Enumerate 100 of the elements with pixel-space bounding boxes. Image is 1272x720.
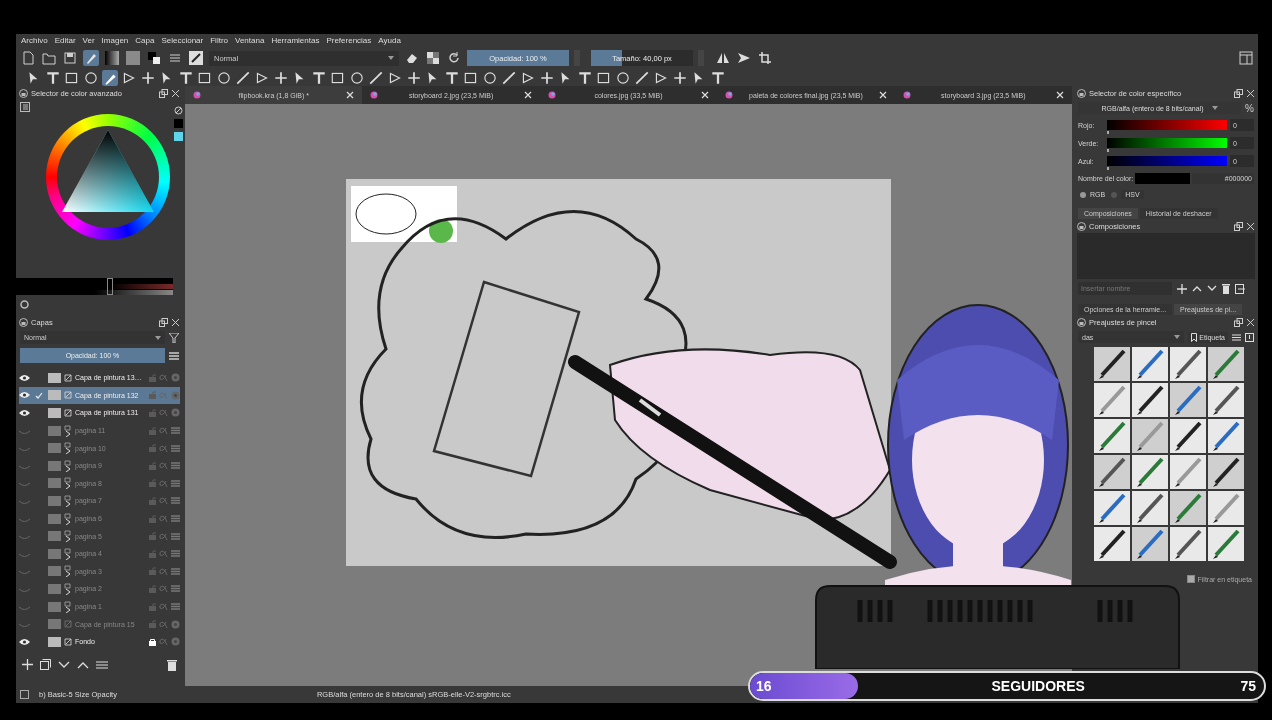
brush-preset-thumbnail[interactable] [1094,383,1130,417]
background-swatch[interactable] [174,132,183,141]
chevron-up-icon[interactable] [77,660,89,669]
menu-item[interactable]: Capa [135,36,155,45]
tool-icon[interactable] [140,69,156,86]
tool-icon[interactable] [615,69,631,86]
menu-item[interactable]: Ventana [235,36,265,45]
add-icon[interactable] [22,659,33,670]
brush-preset-thumbnail[interactable] [1208,455,1244,489]
pass-through-icon[interactable] [171,443,180,453]
menu-icon[interactable] [1232,332,1241,342]
export-icon[interactable] [1235,283,1245,294]
reset-icon[interactable] [20,300,29,309]
menu-item[interactable]: Imagen [101,36,129,45]
tool-icon[interactable] [482,69,498,86]
close-icon[interactable] [701,91,710,99]
tool-icon[interactable] [349,69,365,86]
menu-icon[interactable] [20,102,30,112]
save-icon[interactable] [62,50,78,66]
brush-preset-thumbnail[interactable] [1208,347,1244,381]
brush-preset-thumbnail[interactable] [1094,419,1130,453]
float-icon[interactable] [1234,317,1243,327]
chevron-down-icon[interactable] [1207,285,1217,292]
foreground-swatch[interactable] [174,119,183,128]
menu-item[interactable]: Ver [82,36,95,45]
pass-through-icon[interactable] [171,531,180,541]
brush-preset-thumbnail[interactable] [1170,419,1206,453]
tool-icon[interactable] [83,69,99,86]
tool-icon[interactable] [444,69,460,86]
close-icon[interactable] [1246,88,1255,98]
brush-preset-thumbnail[interactable] [1170,455,1206,489]
tool-icon[interactable] [501,69,517,86]
brush-preset-thumbnail[interactable] [1132,347,1168,381]
menu-item[interactable]: Seleccionar [161,36,204,45]
wrap-around-icon[interactable] [757,50,773,66]
brush-preset-thumbnail[interactable] [1132,491,1168,525]
float-icon[interactable] [1234,221,1243,231]
pass-through-icon[interactable] [171,566,180,576]
tool-icon[interactable] [710,69,726,86]
folder-icon[interactable] [41,50,57,66]
lock-icon[interactable] [149,637,156,646]
tool-icon[interactable] [368,69,384,86]
close-icon[interactable] [1056,91,1065,99]
chevron-down-icon[interactable] [58,660,70,669]
trash-icon[interactable] [1222,283,1230,294]
workspace-icon[interactable] [1238,50,1254,66]
arrow-icon[interactable] [736,50,752,66]
pass-through-icon[interactable] [171,478,180,488]
menu-item[interactable]: Preferencias [326,36,372,45]
radio-button[interactable] [1080,191,1086,198]
brush-preset-thumbnail[interactable] [1094,455,1130,489]
brush-preset-thumbnail[interactable] [1132,419,1168,453]
shade-slider[interactable] [16,278,173,295]
brush-preset-thumbnail[interactable] [1170,491,1206,525]
menu-item[interactable]: Ayuda [378,36,401,45]
brush-preset-thumbnail[interactable] [1094,491,1130,525]
float-icon[interactable] [1234,88,1243,98]
tool-icon[interactable] [102,69,118,86]
checkbox[interactable] [1186,575,1195,583]
brush-preset-thumbnail[interactable] [1208,383,1244,417]
tool-icon[interactable] [178,69,194,86]
color-swatches-icon[interactable] [146,50,162,66]
tool-icon[interactable] [273,69,289,86]
brush-preset-icon[interactable] [83,50,99,66]
pass-through-icon[interactable] [171,496,180,506]
add-icon[interactable] [1177,283,1187,294]
float-icon[interactable] [159,317,168,327]
eye-icon[interactable] [19,373,30,382]
brush-preset-thumbnail[interactable] [1170,383,1206,417]
menu-item[interactable]: Herramientas [271,36,320,45]
menu-item[interactable]: Editar [54,36,76,45]
eye-icon[interactable] [19,409,30,417]
brush-preset-thumbnail[interactable] [1170,527,1206,561]
close-icon[interactable] [523,91,532,99]
tool-icon[interactable] [216,69,232,86]
brush-preset-thumbnail[interactable] [1132,527,1168,561]
tool-icon[interactable] [311,69,327,86]
gradient-swatch[interactable] [104,50,120,66]
brush-tip-icon[interactable] [188,50,204,66]
pass-through-icon[interactable] [171,426,180,436]
import-icon[interactable] [1245,332,1254,342]
tool-icon[interactable] [634,69,650,86]
tool-icon[interactable] [539,69,555,86]
checkerboard-icon[interactable] [425,50,441,66]
tool-icon[interactable] [577,69,593,86]
new-document-icon[interactable] [20,50,36,66]
percent-toggle[interactable]: % [1245,102,1254,114]
eye-icon[interactable] [19,637,30,646]
close-icon[interactable] [171,88,180,98]
close-icon[interactable] [171,317,180,327]
tool-icon[interactable] [672,69,688,86]
brush-preset-thumbnail[interactable] [1208,491,1244,525]
pass-through-icon[interactable] [171,461,180,471]
brush-preset-thumbnail[interactable] [1170,347,1206,381]
pattern-swatch[interactable] [125,50,141,66]
brush-preset-thumbnail[interactable] [1094,527,1130,561]
tool-icon[interactable] [45,69,61,86]
trash-icon[interactable] [167,658,177,671]
chevron-up-icon[interactable] [1192,285,1202,292]
properties-icon[interactable] [96,659,108,670]
